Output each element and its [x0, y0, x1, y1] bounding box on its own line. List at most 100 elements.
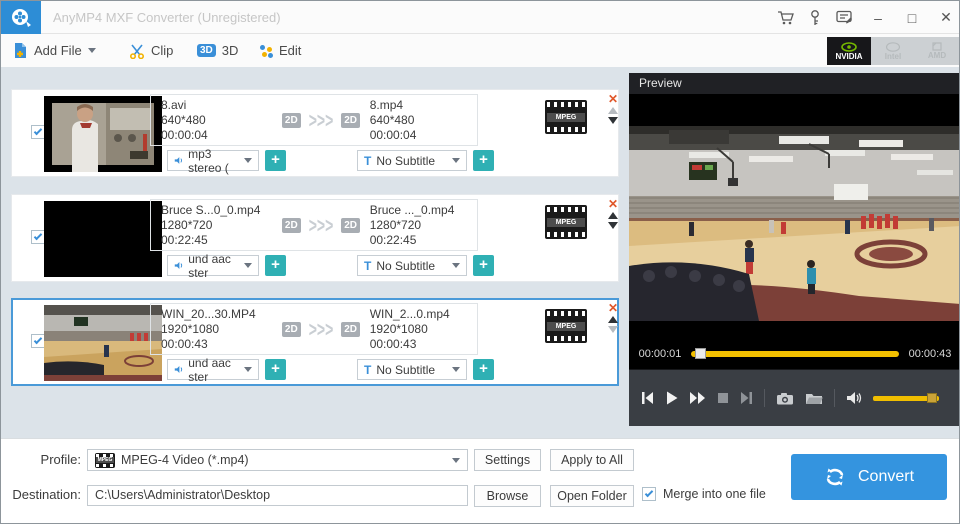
clip-button[interactable]: Clip: [129, 34, 173, 67]
apply-to-all-button[interactable]: Apply to All: [550, 449, 634, 471]
file-3-move-down-icon[interactable]: [608, 326, 618, 333]
close-button[interactable]: ✕: [937, 9, 955, 26]
nvidia-badge[interactable]: NVIDIA: [827, 37, 871, 65]
amd-badge[interactable]: AMD: [915, 37, 959, 65]
file-1-move-up-icon[interactable]: [608, 107, 618, 114]
preview-title: Preview: [629, 73, 960, 94]
file-2-output-duration: 00:22:45: [370, 233, 477, 248]
file-1-move-down-icon[interactable]: [608, 117, 618, 124]
file-3-format-icon: MPEG: [545, 309, 587, 343]
preview-timeline: 00:00:01 00:00:43: [629, 338, 960, 369]
snapshot-camera-icon[interactable]: [776, 392, 794, 405]
settings-button[interactable]: Settings: [474, 449, 541, 471]
file-row-2[interactable]: Bruce S...0_0.mp4 1280*720 00:22:45 2D >…: [11, 194, 619, 282]
cart-icon[interactable]: [777, 10, 794, 25]
file-3-subtitle-value: No Subtitle: [376, 363, 435, 377]
merge-option[interactable]: Merge into one file: [642, 487, 766, 501]
file-1-subtitle-select[interactable]: T No Subtitle: [357, 150, 467, 171]
gpu-accel-switcher: NVIDIA Intel AMD: [827, 37, 959, 65]
file-2-delete-icon[interactable]: ✕: [608, 199, 618, 209]
edit-label: Edit: [279, 43, 301, 58]
browse-button[interactable]: Browse: [474, 485, 541, 507]
file-3-move-up-icon[interactable]: [608, 316, 618, 323]
file-3-checkbox[interactable]: [31, 334, 45, 348]
key-icon[interactable]: [810, 10, 820, 26]
file-1-audio-select[interactable]: mp3 stereo (: [167, 150, 259, 171]
bottom-panel: Profile: MPEG MPEG-4 Video (*.mp4) Setti…: [1, 438, 960, 524]
amd-label: AMD: [928, 51, 946, 60]
speaker-icon: [174, 260, 183, 271]
file-1-info: 8.avi 640*480 00:00:04 2D >>> 2D 8.mp4 6…: [150, 94, 478, 146]
file-1-audio-value: mp3 stereo (: [188, 147, 239, 175]
file-3-source-name: WIN_20...30.MP4: [161, 307, 272, 322]
volume-slider[interactable]: [873, 396, 939, 401]
file-2-output-2d-badge: 2D: [341, 218, 360, 233]
open-folder-button[interactable]: Open Folder: [550, 485, 634, 507]
file-2-output-resolution: 1280*720: [370, 218, 477, 233]
file-2-add-audio-button[interactable]: +: [265, 255, 286, 276]
destination-label: Destination:: [3, 487, 81, 502]
chevron-down-icon: [452, 263, 460, 268]
file-3-audio-select[interactable]: und aac ster: [167, 359, 259, 380]
playback-controls: [629, 369, 960, 426]
feedback-icon[interactable]: [836, 10, 853, 25]
file-2-audio-select[interactable]: und aac ster: [167, 255, 259, 276]
skip-start-icon[interactable]: [641, 391, 654, 405]
file-2-add-subtitle-button[interactable]: +: [473, 255, 494, 276]
intel-badge[interactable]: Intel: [871, 37, 915, 65]
minimize-button[interactable]: –: [869, 10, 887, 26]
file-1-checkbox[interactable]: [31, 125, 45, 139]
file-3-output-resolution: 1920*1080: [370, 322, 477, 337]
open-snapshot-folder-icon[interactable]: [805, 391, 823, 405]
speaker-icon: [174, 155, 183, 166]
fast-forward-icon[interactable]: [689, 391, 706, 405]
subtitle-icon: T: [364, 154, 371, 168]
3d-badge-icon: 3D: [197, 44, 216, 57]
play-icon[interactable]: [665, 391, 678, 405]
preview-video[interactable]: [629, 94, 960, 338]
add-file-label: Add File: [34, 43, 82, 58]
file-row-1[interactable]: 8.avi 640*480 00:00:04 2D >>> 2D 8.mp4 6…: [11, 89, 619, 177]
file-1-delete-icon[interactable]: ✕: [608, 94, 618, 104]
clip-label: Clip: [151, 43, 173, 58]
stop-icon[interactable]: [717, 392, 729, 404]
seek-handle[interactable]: [695, 348, 706, 359]
volume-handle[interactable]: [927, 393, 937, 403]
file-2-subtitle-select[interactable]: T No Subtitle: [357, 255, 467, 276]
file-3-delete-icon[interactable]: ✕: [608, 303, 618, 313]
file-3-subtitle-select[interactable]: T No Subtitle: [357, 359, 467, 380]
profile-select[interactable]: MPEG MPEG-4 Video (*.mp4): [87, 449, 468, 471]
file-3-source-duration: 00:00:43: [161, 337, 272, 352]
total-time: 00:00:43: [899, 348, 960, 360]
file-1-add-audio-button[interactable]: +: [265, 150, 286, 171]
merge-checkbox[interactable]: [642, 487, 656, 501]
maximize-button[interactable]: □: [903, 10, 921, 26]
add-file-button[interactable]: Add File: [13, 34, 96, 67]
file-row-3[interactable]: WIN_20...30.MP4 1920*1080 00:00:43 2D >>…: [11, 298, 619, 386]
file-2-checkbox[interactable]: [31, 230, 45, 244]
file-3-output-2d-badge: 2D: [341, 322, 360, 337]
scissors-icon: [129, 43, 145, 59]
skip-end-icon[interactable]: [740, 391, 753, 405]
file-1-subtitle-value: No Subtitle: [376, 154, 435, 168]
file-1-add-subtitle-button[interactable]: +: [473, 150, 494, 171]
divider: [834, 389, 835, 407]
file-2-move-down-icon[interactable]: [608, 222, 618, 229]
file-3-add-audio-button[interactable]: +: [265, 359, 286, 380]
current-time: 00:00:01: [629, 348, 691, 360]
file-3-add-subtitle-button[interactable]: +: [473, 359, 494, 380]
convert-arrows-icon: >>>: [309, 317, 334, 341]
convert-button[interactable]: Convert: [791, 454, 947, 500]
seek-bar[interactable]: [691, 351, 899, 357]
edit-button[interactable]: Edit: [259, 34, 301, 67]
file-2-subtitle-value: No Subtitle: [376, 259, 435, 273]
3d-button[interactable]: 3D 3D: [197, 34, 238, 67]
window-title: AnyMP4 MXF Converter (Unregistered): [53, 1, 281, 34]
file-2-source-2d-badge: 2D: [282, 218, 301, 233]
file-2-source-name: Bruce S...0_0.mp4: [161, 203, 272, 218]
file-2-move-up-icon[interactable]: [608, 212, 618, 219]
volume-speaker-icon[interactable]: [846, 391, 862, 405]
file-1-source-duration: 00:00:04: [161, 128, 272, 143]
convert-arrows-icon: >>>: [309, 213, 334, 237]
destination-input[interactable]: C:\Users\Administrator\Desktop: [87, 485, 468, 506]
